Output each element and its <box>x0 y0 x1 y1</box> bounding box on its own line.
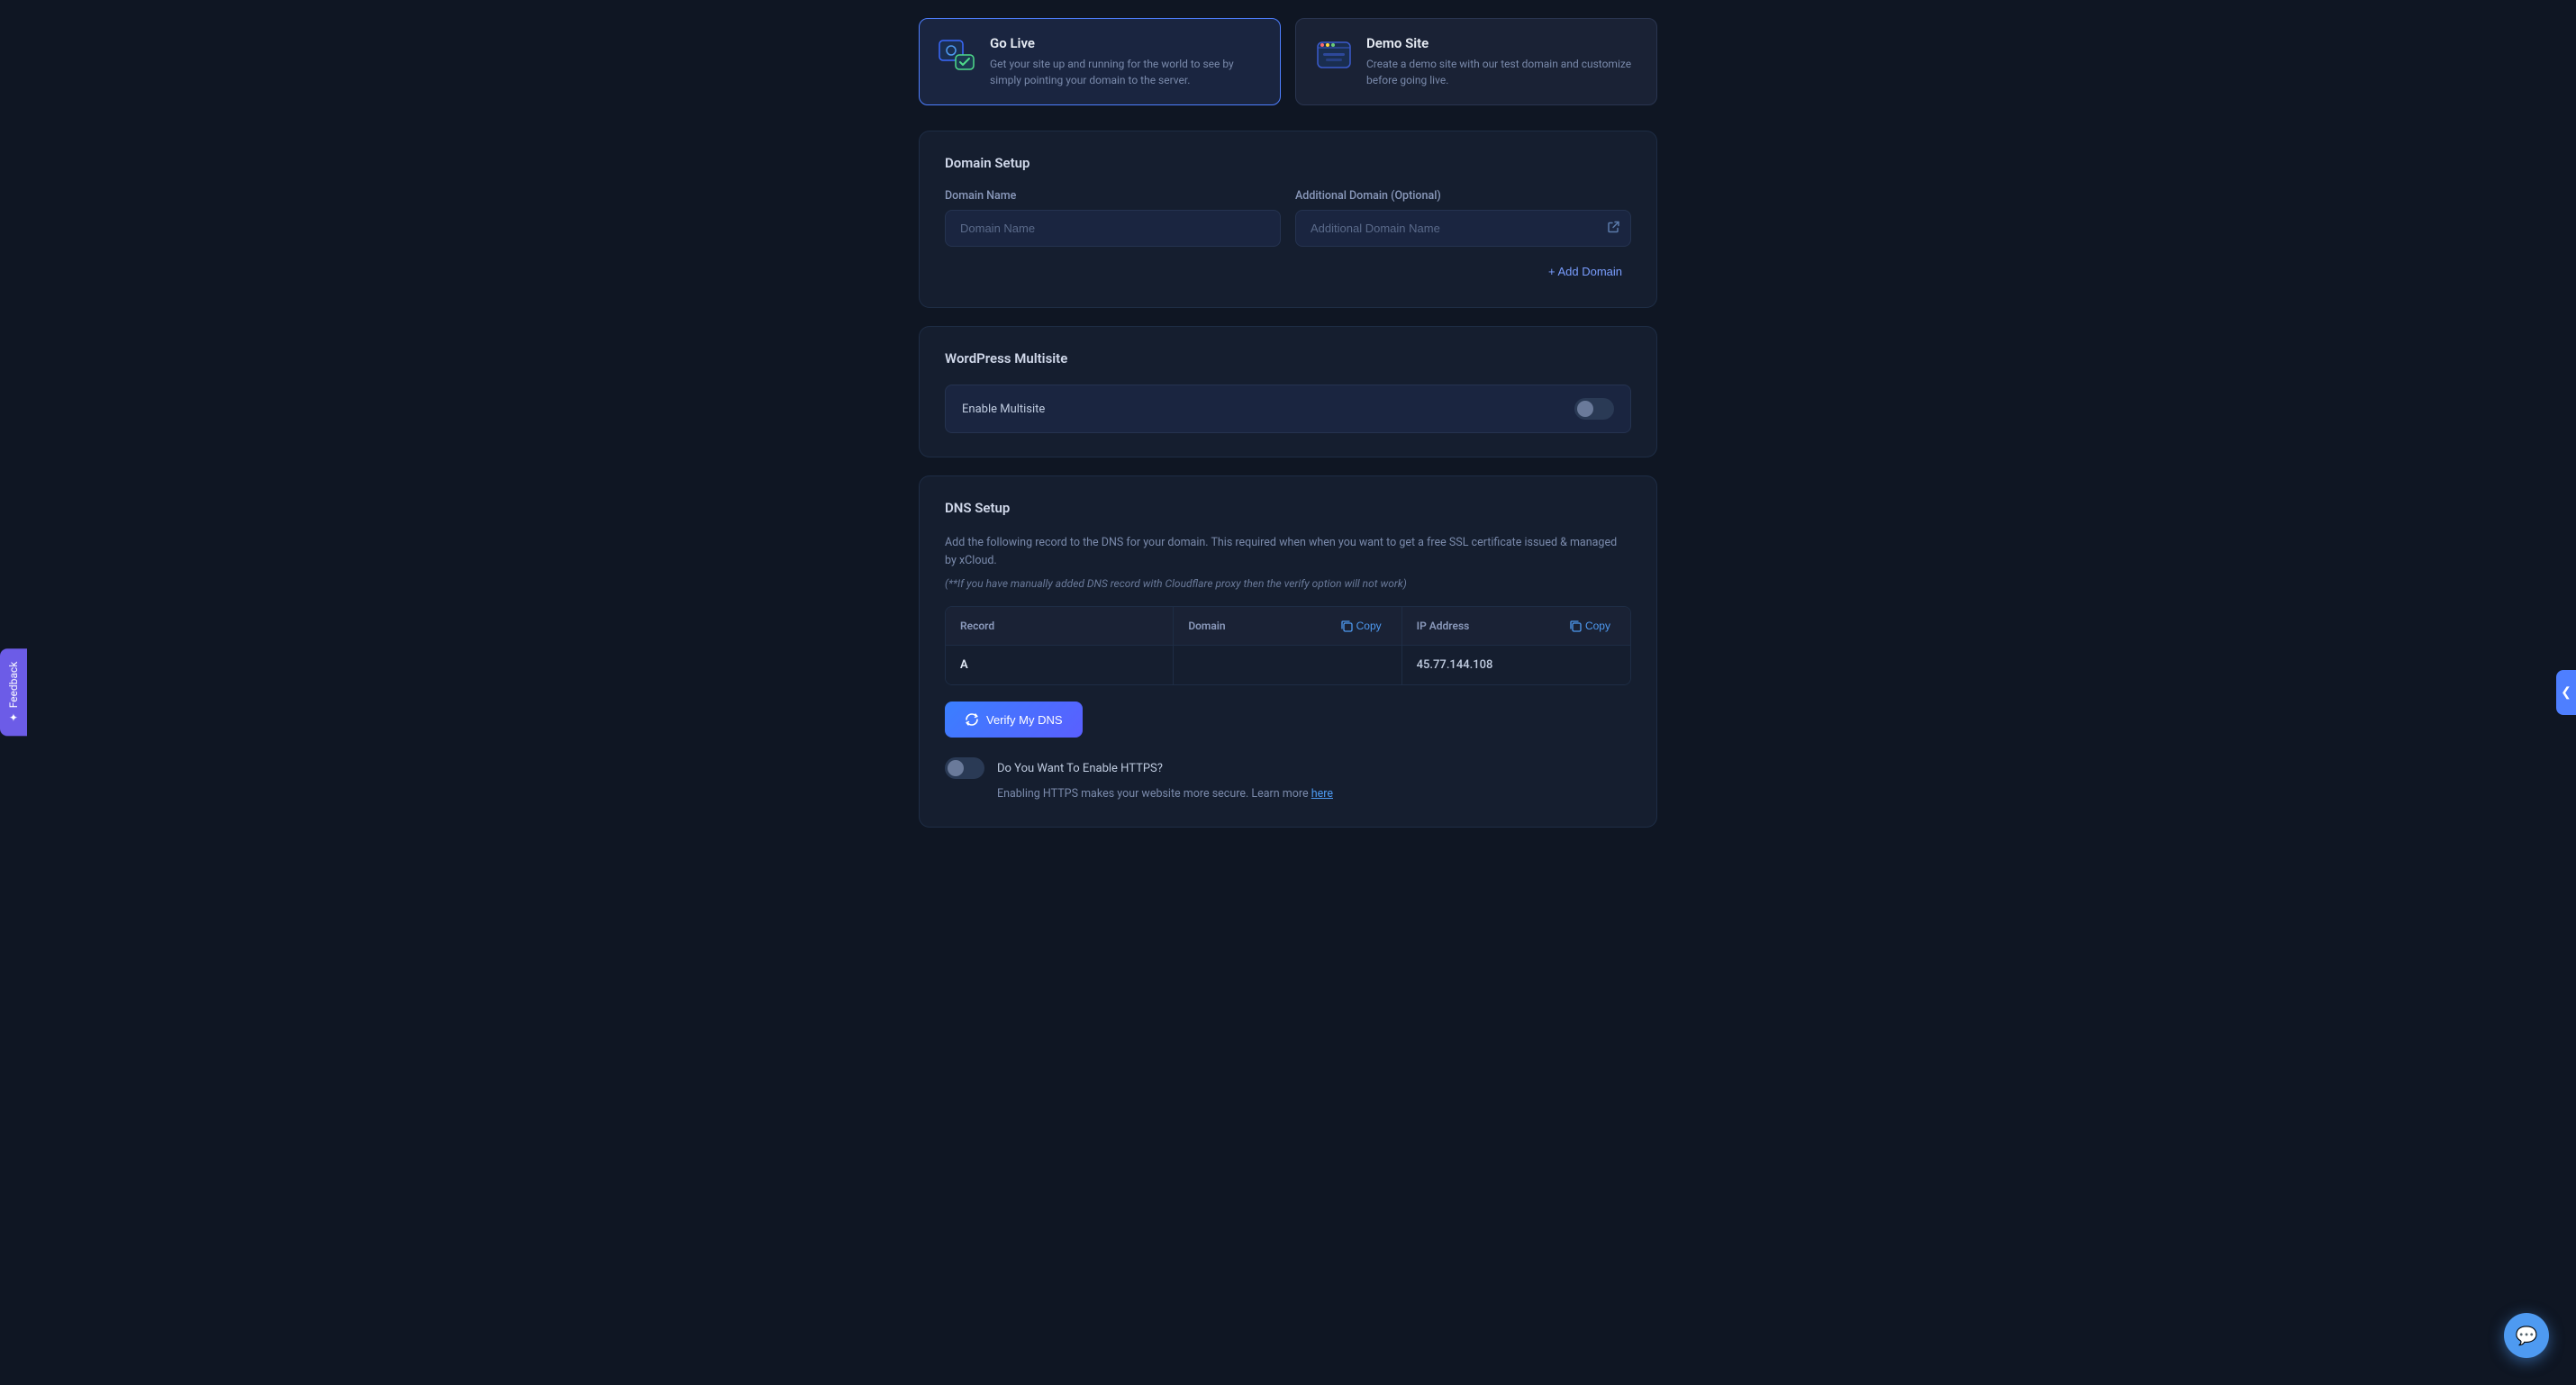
domain-header-label: Domain <box>1188 620 1225 632</box>
dns-description: Add the following record to the DNS for … <box>945 534 1631 570</box>
add-domain-label: + Add Domain <box>1548 265 1622 278</box>
domain-setup-section: Domain Setup Domain Name Additional Doma… <box>919 131 1657 308</box>
ip-header-with-copy: IP Address Copy <box>1417 618 1616 634</box>
ip-cell: 45.77.144.108 <box>1402 646 1630 684</box>
verify-dns-button[interactable]: Verify My DNS <box>945 702 1083 738</box>
ip-copy-button[interactable]: Copy <box>1565 618 1616 634</box>
domain-row: Domain Name Additional Domain (Optional) <box>945 189 1631 247</box>
https-toggle-slider <box>945 757 984 779</box>
feedback-sidebar[interactable]: ✦ Feedback <box>0 649 27 737</box>
multisite-row: Enable Multisite <box>945 385 1631 433</box>
dns-setup-title: DNS Setup <box>945 500 1631 516</box>
dns-table-row: A 45.77.144.108 <box>946 646 1630 684</box>
https-row: Do You Want To Enable HTTPS? <box>945 757 1631 779</box>
go-live-card[interactable]: Go Live Get your site up and running for… <box>919 18 1281 105</box>
enable-multisite-label: Enable Multisite <box>962 403 1045 416</box>
external-link-icon-button[interactable] <box>1607 220 1620 237</box>
refresh-icon <box>965 712 979 727</box>
verify-dns-label: Verify My DNS <box>986 713 1063 727</box>
https-label: Do You Want To Enable HTTPS? <box>997 762 1163 775</box>
ip-header-label: IP Address <box>1417 620 1470 632</box>
go-live-description: Get your site up and running for the wor… <box>990 56 1262 88</box>
dns-table-header: Record Domain Copy <box>946 607 1630 646</box>
demo-site-card[interactable]: Demo Site Create a demo site with our te… <box>1295 18 1657 105</box>
chat-widget[interactable]: 💬 <box>2504 1313 2549 1358</box>
domain-col-header: Domain Copy <box>1174 607 1401 646</box>
domain-copy-button[interactable]: Copy <box>1336 618 1387 634</box>
domain-copy-label: Copy <box>1356 620 1382 632</box>
chat-icon: 💬 <box>2516 1325 2538 1346</box>
domain-setup-title: Domain Setup <box>945 155 1631 171</box>
dns-table: Record Domain Copy <box>945 606 1631 685</box>
multisite-title: WordPress Multisite <box>945 350 1631 367</box>
go-live-card-text: Go Live Get your site up and running for… <box>990 35 1262 88</box>
additional-domain-field: Additional Domain (Optional) <box>1295 189 1631 247</box>
domain-name-label: Domain Name <box>945 189 1281 203</box>
demo-site-icon <box>1314 35 1354 75</box>
ip-col-header: IP Address Copy <box>1402 607 1630 646</box>
domain-name-field: Domain Name <box>945 189 1281 247</box>
domain-cell <box>1174 646 1401 684</box>
right-collapse-button[interactable]: ❮ <box>2556 670 2576 715</box>
demo-site-description: Create a demo site with our test domain … <box>1366 56 1638 88</box>
domain-header-with-copy: Domain Copy <box>1188 618 1386 634</box>
additional-domain-input-wrap <box>1295 210 1631 247</box>
domain-name-input[interactable] <box>945 210 1281 247</box>
https-description-row: Enabling HTTPS makes your website more s… <box>997 786 1631 803</box>
record-header-label: Record <box>960 620 994 632</box>
add-domain-button[interactable]: + Add Domain <box>1539 259 1631 284</box>
go-live-icon <box>938 35 977 75</box>
demo-site-title: Demo Site <box>1366 35 1638 51</box>
wordpress-multisite-section: WordPress Multisite Enable Multisite <box>919 326 1657 457</box>
additional-domain-input[interactable] <box>1295 210 1631 247</box>
go-live-title: Go Live <box>990 35 1262 51</box>
toggle-slider <box>1574 398 1614 420</box>
dns-setup-section: DNS Setup Add the following record to th… <box>919 475 1657 828</box>
page-container: Go Live Get your site up and running for… <box>901 0 1675 882</box>
feedback-label: ✦ Feedback <box>7 662 20 724</box>
option-cards: Go Live Get your site up and running for… <box>919 18 1657 105</box>
https-description-text: Enabling HTTPS makes your website more s… <box>997 787 1309 801</box>
domain-name-input-wrap <box>945 210 1281 247</box>
dns-note: (**If you have manually added DNS record… <box>945 577 1631 590</box>
record-cell: A <box>946 646 1174 684</box>
ip-copy-label: Copy <box>1585 620 1610 632</box>
collapse-icon: ❮ <box>2561 685 2571 700</box>
demo-site-card-text: Demo Site Create a demo site with our te… <box>1366 35 1638 88</box>
https-toggle[interactable] <box>945 757 984 779</box>
add-domain-row: + Add Domain <box>945 259 1631 284</box>
enable-multisite-toggle[interactable] <box>1574 398 1614 420</box>
additional-domain-label: Additional Domain (Optional) <box>1295 189 1631 203</box>
https-learn-more-link[interactable]: here <box>1311 787 1333 801</box>
record-col-header: Record <box>946 607 1174 646</box>
